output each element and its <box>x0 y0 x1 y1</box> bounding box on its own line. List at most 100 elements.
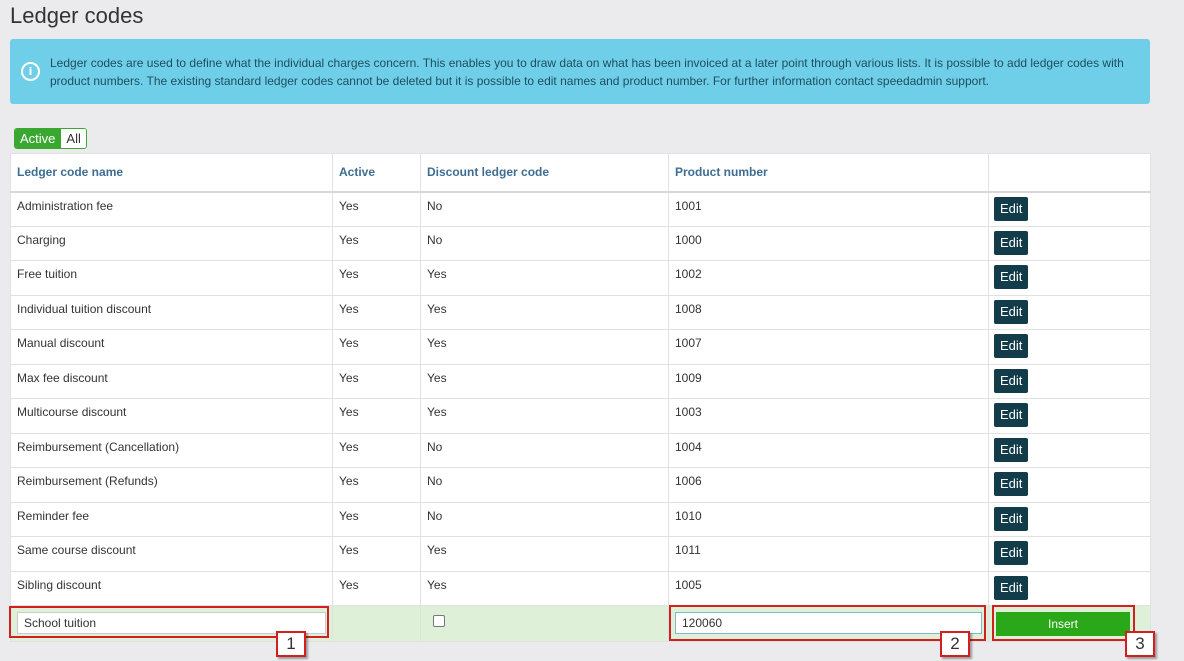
edit-button[interactable]: Edit <box>994 368 1029 393</box>
cell-discount: Yes <box>420 294 669 330</box>
table-row: Reimbursement (Refunds) Yes No 1006 Edit <box>10 467 1151 503</box>
edit-button[interactable]: Edit <box>994 230 1029 255</box>
column-header-discount-ledger-code[interactable]: Discount ledger code <box>420 153 669 193</box>
table-row: Same course discount Yes Yes 1011 Edit <box>10 536 1151 572</box>
cell-discount: Yes <box>420 363 669 399</box>
cell-active: Yes <box>332 398 421 434</box>
cell-actions: Edit <box>988 294 1151 330</box>
cell-active: Yes <box>332 191 421 227</box>
cell-discount: Yes <box>420 329 669 365</box>
column-header-ledger-code-name[interactable]: Ledger code name <box>10 153 333 193</box>
cell-product-number: 1006 <box>668 467 989 503</box>
info-text: Ledger codes are used to define what the… <box>50 56 1124 88</box>
table-row: Free tuition Yes Yes 1002 Edit <box>10 260 1151 296</box>
discount-checkbox[interactable] <box>433 615 445 627</box>
callout-number-3: 3 <box>1125 631 1155 657</box>
cell-discount: Yes <box>420 398 669 434</box>
cell-ledger-name: Individual tuition discount <box>10 294 333 330</box>
edit-button[interactable]: Edit <box>994 575 1029 600</box>
table-row: Multicourse discount Yes Yes 1003 Edit <box>10 398 1151 434</box>
cell-product-number: 1003 <box>668 398 989 434</box>
cell-ledger-name: Reimbursement (Refunds) <box>10 467 333 503</box>
edit-button[interactable]: Edit <box>994 437 1029 462</box>
cell-discount: No <box>420 225 669 261</box>
cell-actions: Edit <box>988 363 1151 399</box>
callout-number-2: 2 <box>940 631 970 657</box>
filter-all-button[interactable]: All <box>60 129 86 148</box>
table-header-row: Ledger code name Active Discount ledger … <box>10 153 1151 193</box>
edit-button[interactable]: Edit <box>994 334 1029 358</box>
cell-product-number: 1009 <box>668 363 989 399</box>
info-alert: i Ledger codes are used to define what t… <box>10 39 1150 104</box>
active-all-toggle: Active All <box>14 128 87 149</box>
cell-product-number: 1007 <box>668 329 989 365</box>
cell-ledger-name: Charging <box>10 225 333 261</box>
cell-actions: Edit <box>988 432 1151 468</box>
cell-discount: No <box>420 467 669 503</box>
edit-button[interactable]: Edit <box>994 265 1029 289</box>
cell-product-number: 1010 <box>668 501 989 537</box>
info-icon: i <box>21 62 40 81</box>
cell-active: Yes <box>332 570 421 606</box>
product-number-input[interactable] <box>675 612 982 634</box>
cell-ledger-name: Administration fee <box>10 191 333 227</box>
insert-discount-cell <box>420 605 669 642</box>
cell-ledger-name: Multicourse discount <box>10 398 333 434</box>
cell-active: Yes <box>332 225 421 261</box>
ledger-codes-table: Ledger code name Active Discount ledger … <box>10 153 1151 642</box>
table-body: Administration fee Yes No 1001 Edit Charging Y… <box>10 191 1151 642</box>
table-row: Manual discount Yes Yes 1007 Edit <box>10 329 1151 365</box>
cell-active: Yes <box>332 501 421 537</box>
cell-active: Yes <box>332 432 421 468</box>
edit-button[interactable]: Edit <box>994 196 1029 221</box>
table-row: Max fee discount Yes Yes 1009 Edit <box>10 363 1151 399</box>
cell-discount: Yes <box>420 536 669 572</box>
cell-actions: Edit <box>988 501 1151 537</box>
callout-number-1: 1 <box>276 631 306 657</box>
cell-actions: Edit <box>988 398 1151 434</box>
cell-product-number: 1011 <box>668 536 989 572</box>
cell-product-number: 1002 <box>668 260 989 296</box>
cell-product-number: 1008 <box>668 294 989 330</box>
cell-ledger-name: Same course discount <box>10 536 333 572</box>
table-row: Administration fee Yes No 1001 Edit <box>10 191 1151 227</box>
cell-ledger-name: Sibling discount <box>10 570 333 606</box>
column-header-active[interactable]: Active <box>332 153 421 193</box>
cell-ledger-name: Max fee discount <box>10 363 333 399</box>
cell-active: Yes <box>332 467 421 503</box>
cell-active: Yes <box>332 536 421 572</box>
column-header-product-number[interactable]: Product number <box>668 153 989 193</box>
cell-active: Yes <box>332 363 421 399</box>
cell-active: Yes <box>332 329 421 365</box>
insert-active-cell <box>332 605 421 642</box>
column-header-actions <box>988 153 1151 193</box>
cell-discount: No <box>420 432 669 468</box>
page-title: Ledger codes <box>10 3 144 28</box>
table-row: Individual tuition discount Yes Yes 1008 Edi… <box>10 294 1151 330</box>
edit-button[interactable]: Edit <box>994 403 1029 427</box>
cell-product-number: 1005 <box>668 570 989 606</box>
cell-actions: Edit <box>988 536 1151 572</box>
cell-discount: No <box>420 191 669 227</box>
cell-product-number: 1004 <box>668 432 989 468</box>
insert-button[interactable]: Insert <box>996 612 1130 636</box>
cell-ledger-name: Reminder fee <box>10 501 333 537</box>
edit-button[interactable]: Edit <box>994 472 1029 496</box>
edit-button[interactable]: Edit <box>994 299 1029 324</box>
cell-discount: Yes <box>420 260 669 296</box>
cell-ledger-name: Free tuition <box>10 260 333 296</box>
table-row: Sibling discount Yes Yes 1005 Edit <box>10 570 1151 606</box>
filter-active-button[interactable]: Active <box>15 129 61 148</box>
cell-ledger-name: Manual discount <box>10 329 333 365</box>
table-row: Charging Yes No 1000 Edit <box>10 225 1151 261</box>
cell-discount: No <box>420 501 669 537</box>
table-row: Reimbursement (Cancellation) Yes No 1004 Edi… <box>10 432 1151 468</box>
edit-button[interactable]: Edit <box>994 506 1029 531</box>
edit-button[interactable]: Edit <box>994 541 1029 565</box>
cell-actions: Edit <box>988 191 1151 227</box>
table-row: Reminder fee Yes No 1010 Edit <box>10 501 1151 537</box>
cell-actions: Edit <box>988 329 1151 365</box>
insert-row: Insert <box>10 605 1151 642</box>
cell-product-number: 1001 <box>668 191 989 227</box>
cell-actions: Edit <box>988 570 1151 606</box>
